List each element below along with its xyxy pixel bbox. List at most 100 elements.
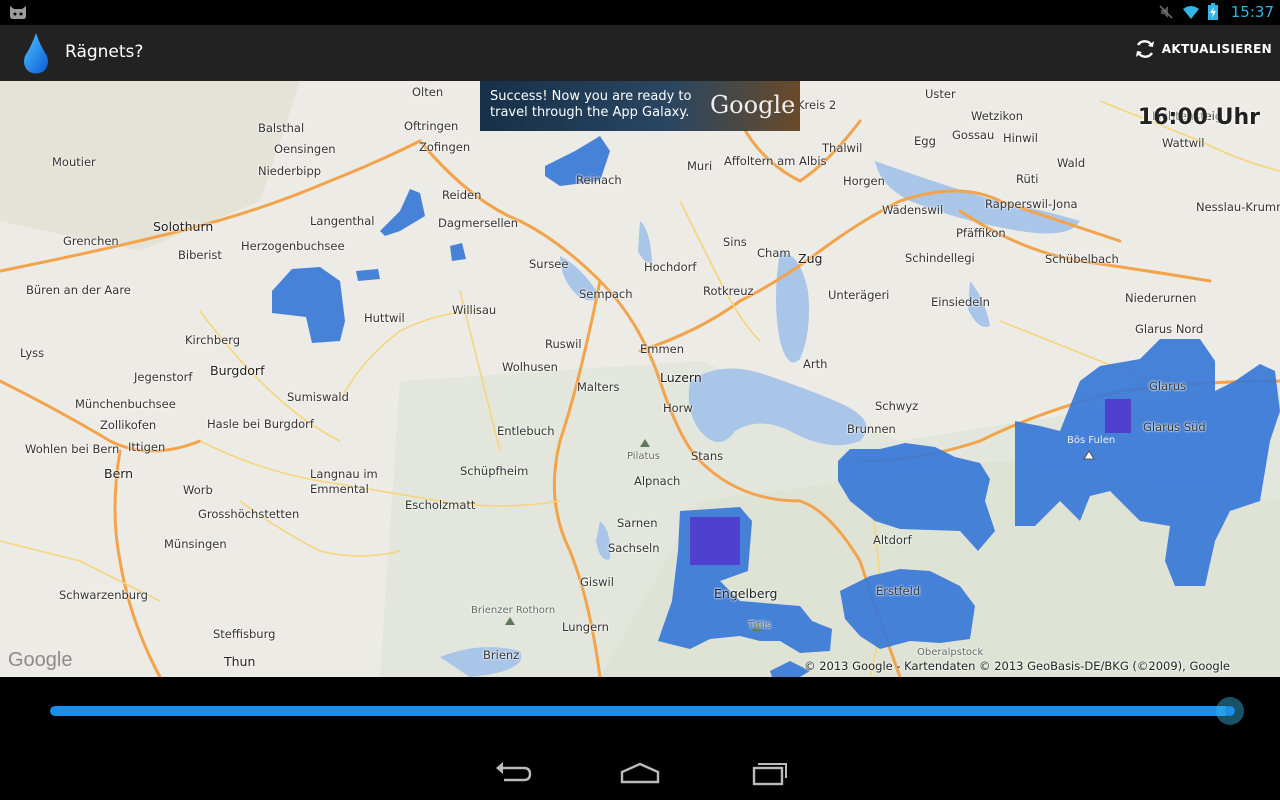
place-label: Pfäffikon <box>956 226 1006 240</box>
place-label: Bös Fulen <box>1067 435 1116 446</box>
place-label: Rapperswil-Jona <box>985 197 1078 211</box>
battery-charging-icon <box>1208 3 1218 20</box>
place-label: Sursee <box>529 257 569 271</box>
ad-text: Success! Now you are ready to travel thr… <box>490 89 692 120</box>
refresh-label: AKTUALISIEREN <box>1161 42 1272 56</box>
place-label: Grenchen <box>63 234 119 248</box>
place-label: Sumiswald <box>287 390 349 404</box>
place-label: Rotkreuz <box>703 284 754 298</box>
map-view[interactable]: Olten Oftringen Balsthal Oensingen Zofin… <box>0 81 1280 677</box>
place-label: Wald <box>1057 156 1086 170</box>
place-label: Oensingen <box>274 142 336 156</box>
place-label: Cham <box>757 246 791 260</box>
place-label: Reiden <box>442 188 482 202</box>
place-label: Titlis <box>748 620 772 631</box>
place-label: Münchenbuchsee <box>75 397 176 411</box>
place-label: Schwarzenburg <box>59 588 148 602</box>
place-label: Oftringen <box>404 119 459 133</box>
place-label: Einsiedeln <box>931 295 990 309</box>
place-label: Moutier <box>52 155 96 169</box>
place-label: Affoltern am Albis <box>724 154 827 168</box>
place-label: Horgen <box>843 174 885 188</box>
place-label: Stans <box>691 449 724 463</box>
app-title: Rägnets? <box>65 42 144 62</box>
place-label: Worb <box>183 483 213 497</box>
place-label: Hinwil <box>1003 131 1038 145</box>
place-label: Unterägeri <box>828 288 890 302</box>
place-label: Hasle bei Burgdorf <box>207 417 314 431</box>
place-label: Sempach <box>579 287 633 301</box>
status-bar: 15:37 <box>0 0 1280 25</box>
status-clock: 15:37 <box>1230 3 1274 21</box>
refresh-icon <box>1135 40 1154 58</box>
place-label: Brienz <box>483 648 520 662</box>
place-label: Luzern <box>660 370 702 385</box>
place-label: Biberist <box>178 248 222 262</box>
place-label: Kreis 2 <box>797 98 837 112</box>
place-label: Steffisburg <box>213 627 276 641</box>
place-label: Rüti <box>1016 172 1039 186</box>
place-label: Zollikofen <box>100 418 157 432</box>
place-label: Thun <box>224 654 256 669</box>
place-label: Balsthal <box>258 121 305 135</box>
home-icon[interactable] <box>618 756 662 788</box>
raindrop-icon <box>24 33 48 74</box>
place-label: Glarus Süd <box>1143 420 1206 434</box>
place-label: Arth <box>803 357 828 371</box>
place-label: Nesslau-Krummen <box>1196 200 1280 214</box>
map-copyright: © 2013 Google - Kartendaten © 2013 GeoBa… <box>804 659 1230 673</box>
place-label: Horw <box>663 401 693 415</box>
place-label: Münsingen <box>164 537 227 551</box>
place-label: Egg <box>914 134 936 148</box>
place-label: Brunnen <box>847 422 896 436</box>
place-label: Emmen <box>640 342 685 356</box>
action-bar: Rägnets? AKTUALISIEREN <box>0 25 1280 82</box>
mute-icon <box>1159 4 1173 19</box>
place-label: Malters <box>577 380 620 394</box>
ad-banner[interactable]: Success! Now you are ready to travel thr… <box>480 81 800 131</box>
place-label: Wädenswil <box>882 203 944 217</box>
place-label: Reinach <box>576 173 622 187</box>
place-label: Uster <box>925 87 956 101</box>
place-label: Zofingen <box>419 140 471 154</box>
place-label: Giswil <box>580 575 614 589</box>
place-label: Glarus Nord <box>1135 322 1204 336</box>
place-label: Ittigen <box>128 440 166 454</box>
place-label: Wolhusen <box>502 360 558 374</box>
time-slider-thumb[interactable] <box>1216 697 1244 725</box>
place-label: Entlebuch <box>497 424 555 438</box>
place-label: Muri <box>687 159 713 173</box>
place-label: Burgdorf <box>210 363 265 378</box>
place-label: Lyss <box>20 346 45 360</box>
wifi-icon <box>1183 5 1199 19</box>
place-label: Thalwil <box>822 141 863 155</box>
android-cat-icon <box>10 6 26 19</box>
place-label: Dagmersellen <box>438 216 519 230</box>
recent-apps-icon[interactable] <box>746 756 790 788</box>
place-label: Erstfeld <box>876 584 921 598</box>
place-label: Langnau im Emmental <box>310 467 378 496</box>
place-label: Büren an der Aare <box>26 283 131 297</box>
place-label: Sachseln <box>608 541 660 555</box>
place-label: Huttwil <box>364 311 405 325</box>
refresh-button[interactable]: AKTUALISIEREN <box>1134 38 1272 60</box>
place-label: Glarus <box>1149 379 1187 393</box>
place-label: Pilatus <box>627 451 660 462</box>
back-icon[interactable] <box>490 756 534 788</box>
time-slider-track[interactable] <box>50 706 1230 716</box>
place-label: Engelberg <box>714 586 778 601</box>
place-label: Jegenstorf <box>134 370 193 384</box>
place-label: Wattwil <box>1162 136 1205 150</box>
place-label: Langenthal <box>310 214 375 228</box>
forecast-time-label: 16:00 Uhr <box>1137 105 1260 130</box>
google-logo[interactable]: Google <box>8 649 73 672</box>
place-label: Herzogenbuchsee <box>241 239 345 253</box>
place-label: Brienzer Rothorn <box>471 605 556 616</box>
place-label: Solothurn <box>153 219 214 234</box>
place-label: Willisau <box>452 303 497 317</box>
place-label: Grosshöchstetten <box>198 507 300 521</box>
navigation-bar <box>0 744 1280 800</box>
place-label: Zug <box>798 251 823 266</box>
place-label: Lungern <box>562 620 609 634</box>
place-label: Schindellegi <box>905 251 975 265</box>
